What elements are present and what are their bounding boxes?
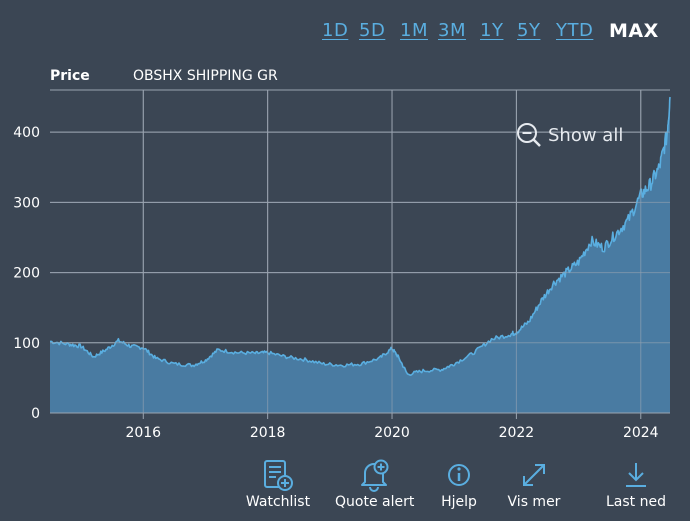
x-tick-label: 2020 <box>374 425 410 441</box>
show-all-label: Show all <box>548 124 624 146</box>
download-label: Last ned <box>606 494 666 510</box>
expand-icon <box>523 464 545 486</box>
help-label: Hjelp <box>441 494 477 510</box>
y-tick-label: 400 <box>13 125 40 141</box>
x-tick-label: 2018 <box>250 425 286 441</box>
y-tick-label: 300 <box>13 195 40 211</box>
info-icon <box>448 464 470 486</box>
y-tick-label: 100 <box>13 336 40 352</box>
more-button[interactable]: Vis mer <box>505 458 563 518</box>
download-icon <box>626 463 646 487</box>
x-tick-label: 2024 <box>623 425 659 441</box>
y-tick-label: 200 <box>13 266 40 282</box>
watchlist-icon <box>264 460 293 491</box>
y-tick-label: 0 <box>31 406 40 422</box>
price-chart[interactable]: 0 100 200 300 400 2016 2018 2020 2022 2024 <box>0 0 690 521</box>
help-button[interactable]: Hjelp <box>436 458 482 518</box>
more-label: Vis mer <box>507 494 561 510</box>
show-all-button[interactable]: Show all <box>516 122 623 148</box>
quote-alert-label: Quote alert <box>335 494 415 510</box>
x-tick-label: 2022 <box>499 425 535 441</box>
bell-plus-icon <box>361 459 389 492</box>
zoom-out-icon <box>517 123 541 147</box>
quote-alert-button[interactable]: Quote alert <box>335 458 415 518</box>
watchlist-button[interactable]: Watchlist <box>244 458 312 518</box>
watchlist-label: Watchlist <box>245 494 311 510</box>
x-tick-label: 2016 <box>125 425 161 441</box>
download-button[interactable]: Last ned <box>600 458 672 518</box>
